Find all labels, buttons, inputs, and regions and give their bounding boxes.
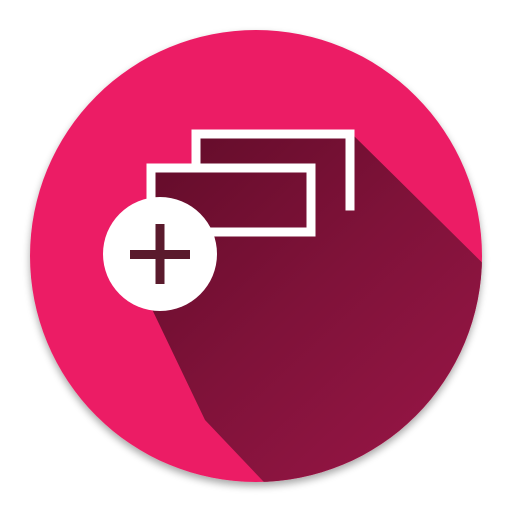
add-tab-app-icon[interactable] [0, 0, 512, 512]
app-icon-stage [0, 0, 512, 512]
